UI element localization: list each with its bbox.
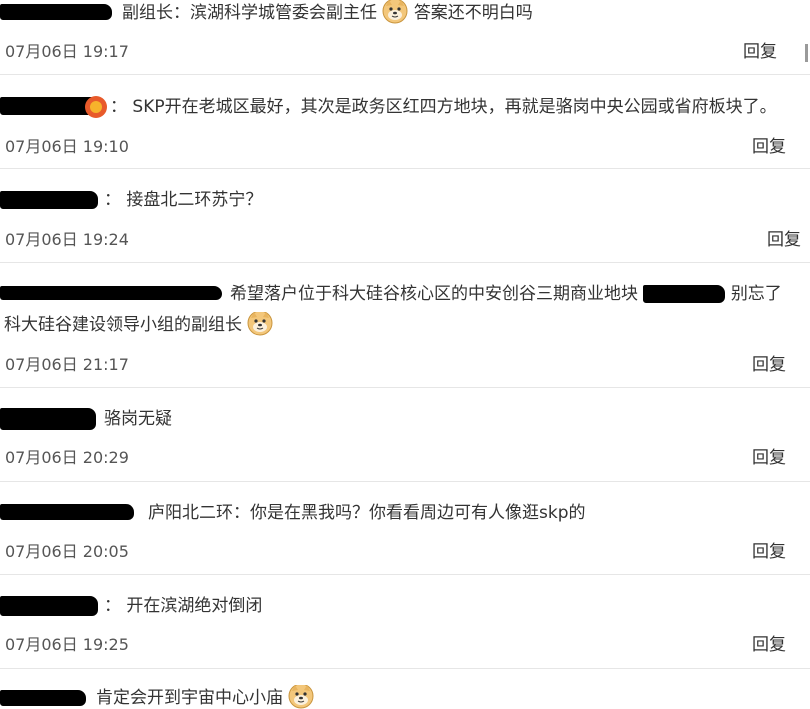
redacted-username bbox=[0, 504, 134, 520]
doge-emoji-icon bbox=[382, 0, 408, 24]
reply-button[interactable]: 回复 bbox=[752, 350, 786, 375]
comment-item: ： 接盘北二环苏宁？ 07月06日 19:24 回复 bbox=[0, 169, 810, 263]
comment-time: 07月06日 21:17 bbox=[5, 355, 129, 374]
redacted-username bbox=[0, 286, 222, 300]
comment-time: 07月06日 19:24 bbox=[5, 230, 129, 249]
scrollbar-arrow-icon[interactable] bbox=[804, 44, 810, 62]
comment-text: 副组长：滨湖科学城管委会副主任 答案还不明白吗 bbox=[122, 0, 533, 26]
comment-item: 庐阳北二环：你是在黑我吗？你看看周边可有人像逛skp的 07月06日 20:05… bbox=[0, 482, 810, 575]
doge-emoji-icon bbox=[247, 312, 273, 336]
comment-text: 骆岗无疑 bbox=[104, 409, 172, 429]
comment-item: ： SKP开在老城区最好，其次是政务区红四方地块，再就是骆岗中央公园或省府板块了… bbox=[0, 75, 810, 169]
reply-button[interactable]: 回复 bbox=[752, 630, 786, 655]
doge-emoji-icon bbox=[288, 685, 314, 709]
comment-item: ： 开在滨湖绝对倒闭 07月06日 19:25 回复 bbox=[0, 575, 810, 669]
comment-text: 肯定会开到宇宙中心小庙 bbox=[96, 685, 314, 709]
comment-time: 07月06日 19:17 bbox=[5, 42, 129, 61]
redacted-username bbox=[0, 191, 98, 209]
comment-time: 07月06日 19:25 bbox=[5, 635, 129, 654]
comment-time: 07月06日 20:29 bbox=[5, 448, 129, 467]
reply-button[interactable]: 回复 bbox=[767, 225, 801, 250]
comment-time: 07月06日 20:05 bbox=[5, 542, 129, 561]
reply-button[interactable]: 回复 bbox=[752, 443, 786, 468]
comment-time: 07月06日 19:10 bbox=[5, 137, 129, 156]
comment-item: 副组长：滨湖科学城管委会副主任 答案还不明白吗 07月06日 19:17 回复 bbox=[0, 0, 810, 75]
redacted-mention bbox=[643, 285, 726, 303]
comment-text: ： SKP开在老城区最好，其次是政务区红四方地块，再就是骆岗中央公园或省府板块了… bbox=[110, 97, 777, 117]
comment-item: 希望落户位于科大硅谷核心区的中安创谷三期商业地块 别忘了 科大硅谷建设领导小组的… bbox=[0, 263, 810, 388]
comment-item: 骆岗无疑 07月06日 20:29 回复 bbox=[0, 388, 810, 482]
reply-button[interactable]: 回复 bbox=[743, 37, 777, 62]
reply-button[interactable]: 回复 bbox=[752, 537, 786, 562]
comment-text: 庐阳北二环：你是在黑我吗？你看看周边可有人像逛skp的 bbox=[148, 503, 586, 523]
redacted-username bbox=[0, 596, 98, 616]
reply-button[interactable]: 回复 bbox=[752, 132, 786, 157]
comment-text-continued: 科大硅谷建设领导小组的副组长 bbox=[4, 312, 273, 338]
comment-item: 肯定会开到宇宙中心小庙 bbox=[0, 669, 810, 709]
comment-text: ： 接盘北二环苏宁？ bbox=[104, 190, 263, 210]
user-avatar-badge-icon bbox=[85, 96, 107, 118]
comment-text: 希望落户位于科大硅谷核心区的中安创谷三期商业地块 别忘了 bbox=[230, 284, 782, 304]
redacted-username bbox=[0, 690, 86, 706]
redacted-username bbox=[0, 408, 96, 430]
redacted-username bbox=[0, 4, 112, 20]
comment-text: ： 开在滨湖绝对倒闭 bbox=[104, 596, 263, 616]
